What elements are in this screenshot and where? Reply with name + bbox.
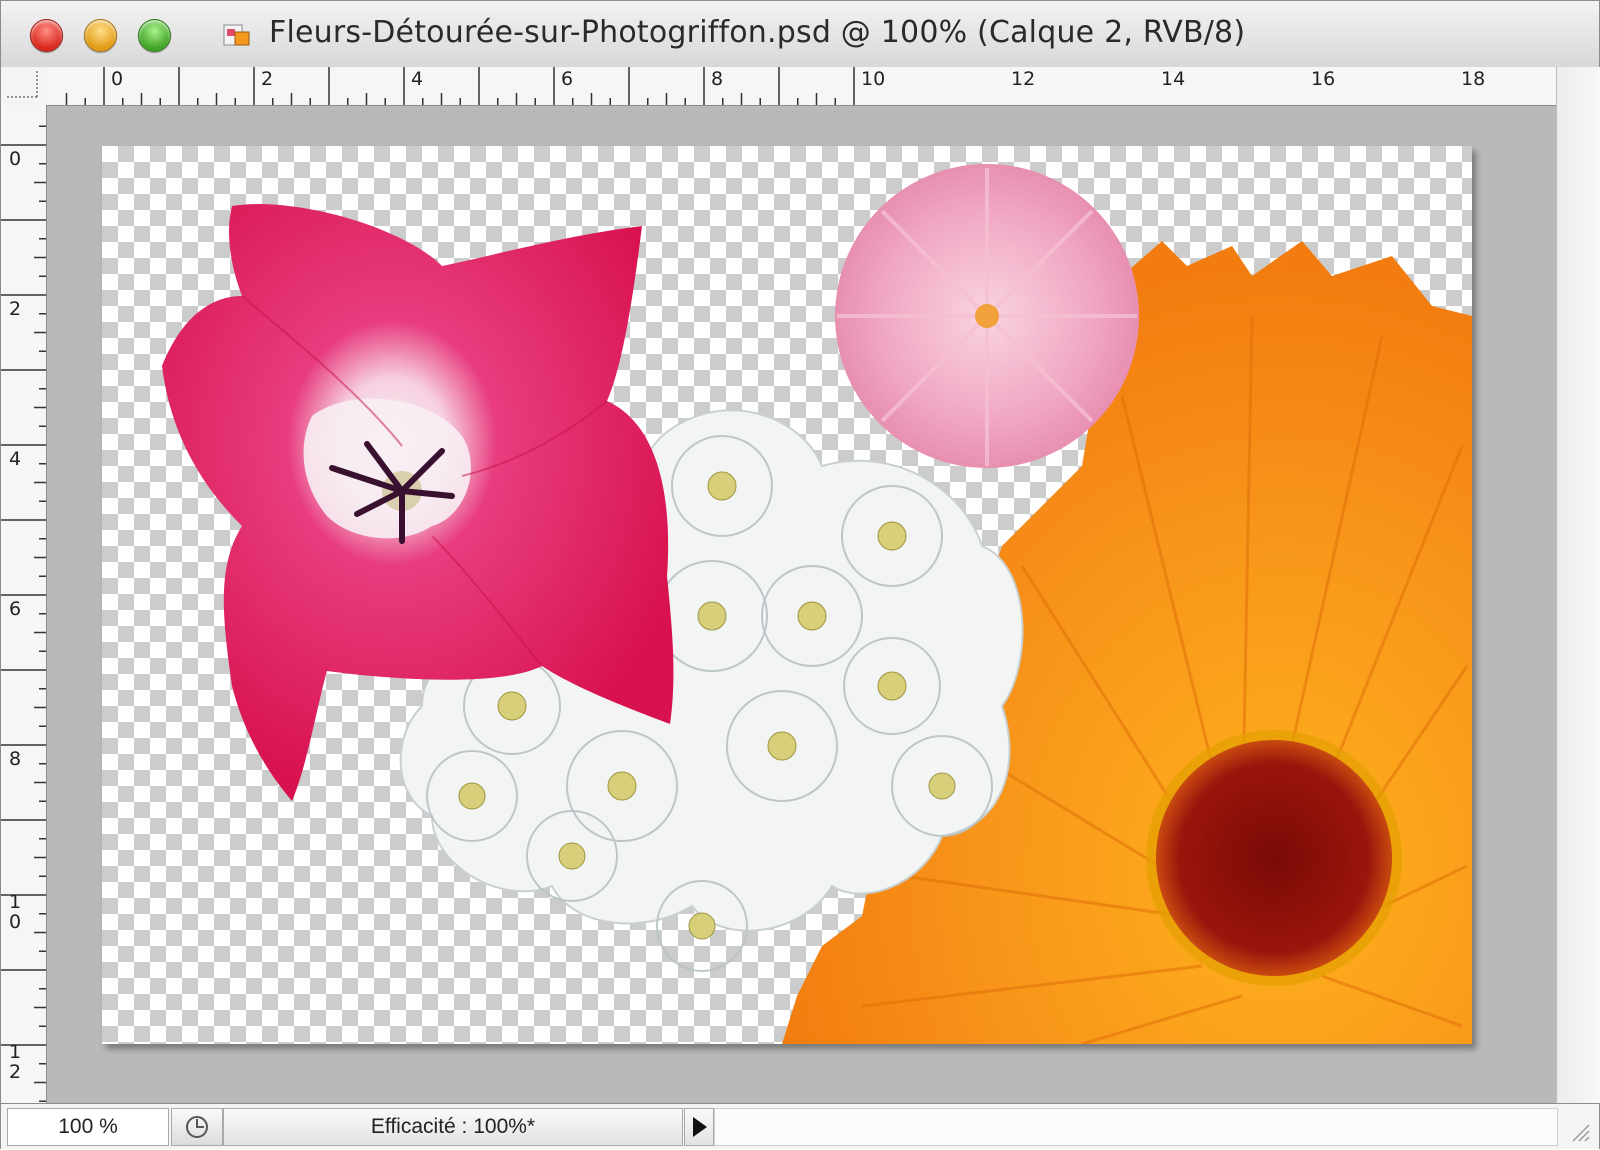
vruler-label-8: 8 — [9, 748, 22, 770]
vruler-label-4: 4 — [9, 448, 22, 470]
close-window-button[interactable] — [30, 19, 63, 52]
zoom-level-field[interactable]: 100 % — [7, 1108, 169, 1146]
minimize-window-button[interactable] — [84, 19, 117, 52]
vertical-ruler-ticks — [1, 125, 46, 1102]
flowers-artwork — [162, 164, 1472, 1044]
horizontal-ruler[interactable]: 0 2 4 6 8 10 12 14 16 18 — [46, 67, 1556, 106]
document-info-text: Efficacité : 100%* — [223, 1108, 683, 1146]
ruler-label-2: 2 — [261, 68, 274, 90]
document-canvas[interactable] — [102, 146, 1472, 1044]
pink-daisy — [835, 164, 1139, 468]
ruler-label-10: 10 — [861, 68, 886, 90]
vruler-label-6: 6 — [9, 598, 22, 620]
ruler-label-0: 0 — [111, 68, 124, 90]
ruler-label-12: 12 — [1011, 68, 1036, 90]
vruler-label-10: 1 0 — [9, 891, 22, 933]
ruler-label-14: 14 — [1161, 68, 1186, 90]
ruler-origin-corner[interactable] — [1, 67, 47, 106]
psd-document-icon — [223, 24, 250, 46]
zoom-window-button[interactable] — [138, 19, 171, 52]
photoshop-document-window: Fleurs-Détourée-sur-Photogriffon.psd @ 1… — [0, 0, 1600, 1149]
ruler-label-18: 18 — [1461, 68, 1486, 90]
horizontal-scrollbar[interactable] — [714, 1108, 1558, 1146]
vruler-label-2: 2 — [9, 298, 22, 320]
ruler-label-4: 4 — [411, 68, 424, 90]
ruler-label-16: 16 — [1311, 68, 1336, 90]
vertical-ruler[interactable]: 0 2 4 6 8 1 0 1 2 — [1, 105, 47, 1103]
ruler-label-8: 8 — [711, 68, 724, 90]
vruler-label-0: 0 — [9, 148, 22, 170]
canvas-pasteboard[interactable] — [47, 106, 1556, 1103]
vertical-scrollbar[interactable] — [1556, 67, 1600, 1103]
status-menu-button[interactable] — [171, 1108, 223, 1146]
ruler-origin-icon — [7, 71, 38, 98]
vruler-label-12: 1 2 — [9, 1041, 22, 1083]
window-title: Fleurs-Détourée-sur-Photogriffon.psd @ 1… — [269, 15, 1246, 50]
status-menu-icon — [186, 1116, 208, 1138]
status-bar: 100 % Efficacité : 100%* — [1, 1103, 1599, 1149]
play-arrow-icon[interactable] — [684, 1108, 714, 1146]
ruler-label-6: 6 — [561, 68, 574, 90]
title-bar[interactable]: Fleurs-Détourée-sur-Photogriffon.psd @ 1… — [1, 1, 1599, 68]
resize-grip-icon[interactable] — [1569, 1121, 1591, 1143]
